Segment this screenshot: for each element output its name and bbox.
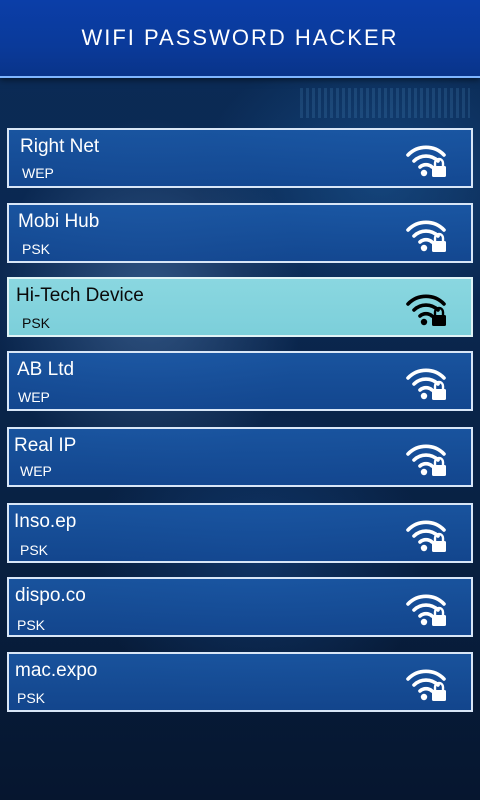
network-row[interactable]: mac.expo PSK <box>7 652 473 712</box>
network-row[interactable]: Mobi Hub PSK <box>7 203 473 263</box>
security-type: WEP <box>20 463 52 479</box>
network-row[interactable]: Real IP WEP <box>7 427 473 487</box>
network-name: Inso.ep <box>14 511 77 532</box>
security-type: PSK <box>17 690 46 706</box>
network-row-selected[interactable]: Hi-Tech Device PSK <box>7 277 473 337</box>
security-type: PSK <box>20 542 49 558</box>
wifi-lock-icon <box>405 291 449 327</box>
security-type: WEP <box>18 389 50 405</box>
network-name: mac.expo <box>15 660 98 681</box>
security-type: PSK <box>17 617 46 633</box>
security-type: PSK <box>22 315 51 331</box>
wifi-lock-icon <box>405 517 449 553</box>
network-row[interactable]: Inso.ep PSK <box>7 503 473 563</box>
network-row[interactable]: Right Net WEP <box>7 128 473 188</box>
security-type: PSK <box>22 241 51 257</box>
security-type: WEP <box>22 165 54 181</box>
network-name: Hi-Tech Device <box>16 285 144 306</box>
wifi-lock-icon <box>405 365 449 401</box>
network-name: Mobi Hub <box>18 211 100 232</box>
wifi-lock-icon <box>405 217 449 253</box>
wifi-lock-icon <box>405 441 449 477</box>
network-row[interactable]: dispo.co PSK <box>7 577 473 637</box>
network-name: Real IP <box>14 435 77 456</box>
wifi-lock-icon <box>405 591 449 627</box>
wifi-lock-icon <box>405 142 449 178</box>
wifi-lock-icon <box>405 666 449 702</box>
network-list: Right Net WEP Mobi Hub PSK Hi-Tech Devic… <box>0 0 480 800</box>
network-name: Right Net <box>20 136 100 157</box>
network-name: dispo.co <box>15 585 86 606</box>
network-name: AB Ltd <box>17 359 75 380</box>
network-row[interactable]: AB Ltd WEP <box>7 351 473 411</box>
